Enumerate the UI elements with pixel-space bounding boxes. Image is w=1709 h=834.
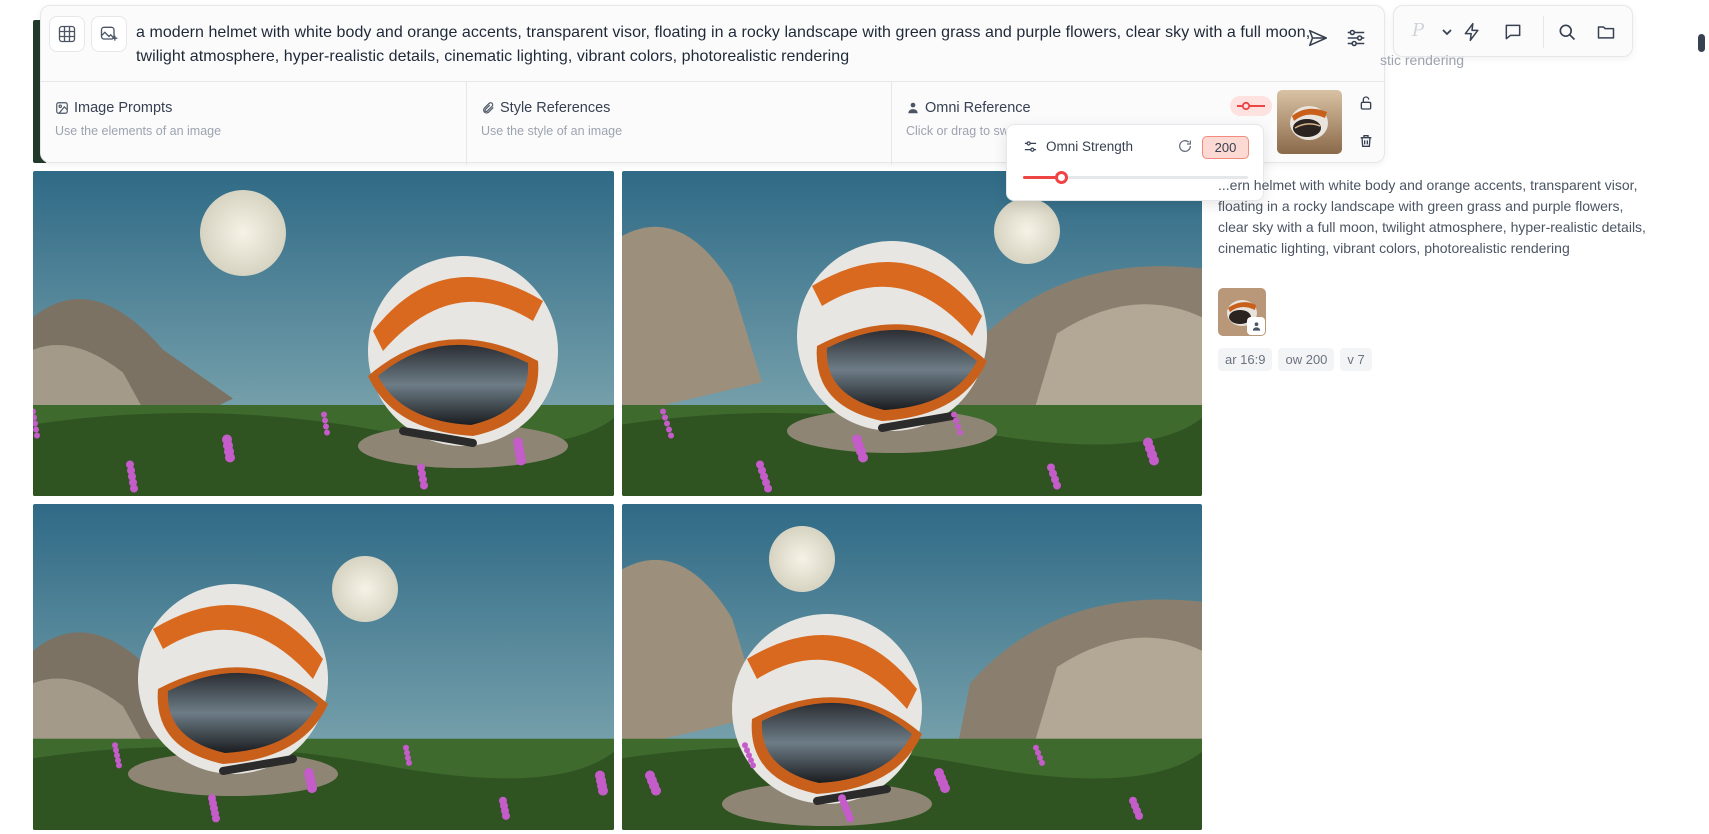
- image-prompts-hint: Use the elements of an image: [55, 124, 222, 138]
- lock-button[interactable]: [1355, 92, 1377, 114]
- chat-button[interactable]: [1500, 19, 1526, 45]
- detail-prompt-clipped: stic rendering: [1380, 52, 1465, 68]
- generated-image-1[interactable]: [33, 171, 614, 496]
- top-toolbar: P: [1393, 5, 1633, 57]
- style-references-hint: Use the style of an image: [481, 124, 623, 138]
- detail-prompt-text[interactable]: ...ern helmet with white body and orange…: [1218, 175, 1648, 259]
- image-icon: [56, 102, 68, 114]
- parameter-tags: ar 16:9 ow 200 v 7: [1218, 348, 1372, 371]
- chevron-down-icon[interactable]: [1442, 28, 1452, 36]
- generated-image-3[interactable]: [33, 504, 614, 830]
- image-prompts-label: Image Prompts: [74, 100, 173, 116]
- param-tag-aspect[interactable]: ar 16:9: [1218, 348, 1273, 371]
- folder-button[interactable]: [1593, 19, 1619, 45]
- generated-image-2[interactable]: [622, 171, 1202, 496]
- settings-button[interactable]: [1341, 23, 1371, 53]
- speed-button[interactable]: [1459, 19, 1485, 45]
- image-prompts-dropzone[interactable]: Image Prompts Use the elements of an ima…: [41, 82, 466, 165]
- param-tag-version[interactable]: v 7: [1340, 348, 1372, 371]
- generated-image-4[interactable]: [622, 504, 1202, 830]
- slider-icon: [1237, 101, 1265, 111]
- submit-prompt-button[interactable]: [1303, 23, 1333, 53]
- send-icon: [1308, 29, 1328, 47]
- omni-strength-input[interactable]: [1202, 136, 1249, 159]
- sliders-icon: [1024, 141, 1037, 152]
- person-icon: [908, 102, 918, 114]
- trash-icon: [1360, 135, 1372, 147]
- omni-strength-toggle[interactable]: [1230, 96, 1272, 116]
- chat-icon: [1505, 24, 1521, 40]
- add-image-button[interactable]: [91, 16, 127, 52]
- search-button[interactable]: [1554, 19, 1580, 45]
- delete-reference-button[interactable]: [1355, 130, 1377, 152]
- style-references-label: Style References: [500, 100, 611, 116]
- search-icon: [1559, 24, 1576, 41]
- grid-toggle-button[interactable]: [49, 16, 85, 52]
- lightning-icon: [1464, 22, 1479, 42]
- omni-strength-label: Omni Strength: [1046, 139, 1134, 154]
- prompt-input[interactable]: a modern helmet with white body and oran…: [136, 21, 1321, 69]
- param-tag-omni-weight[interactable]: ow 200: [1278, 348, 1335, 371]
- omni-badge: [1247, 317, 1265, 335]
- toolbar-divider: [1543, 16, 1544, 48]
- omni-reference-thumbnail[interactable]: [1277, 90, 1342, 154]
- image-add-icon: [100, 26, 118, 41]
- sliders-icon: [1347, 29, 1365, 47]
- page-scrollbar[interactable]: [1698, 34, 1705, 52]
- omni-strength-slider[interactable]: [1023, 171, 1248, 184]
- reset-icon: [1179, 140, 1191, 152]
- paperclip-icon: [483, 102, 494, 114]
- prompt-tools: [49, 16, 127, 52]
- style-references-dropzone[interactable]: Style References Use the style of an ima…: [466, 82, 891, 165]
- grid-icon: [58, 25, 76, 43]
- personalize-toggle[interactable]: P: [1412, 20, 1424, 41]
- lock-icon: [1360, 96, 1372, 110]
- slider-handle[interactable]: [1055, 171, 1069, 184]
- person-icon: [1252, 321, 1260, 331]
- folder-icon: [1597, 26, 1615, 39]
- reset-strength-button[interactable]: [1177, 138, 1195, 156]
- detail-reference-thumbnail[interactable]: [1218, 288, 1266, 336]
- omni-reference-label: Omni Reference: [925, 100, 1031, 116]
